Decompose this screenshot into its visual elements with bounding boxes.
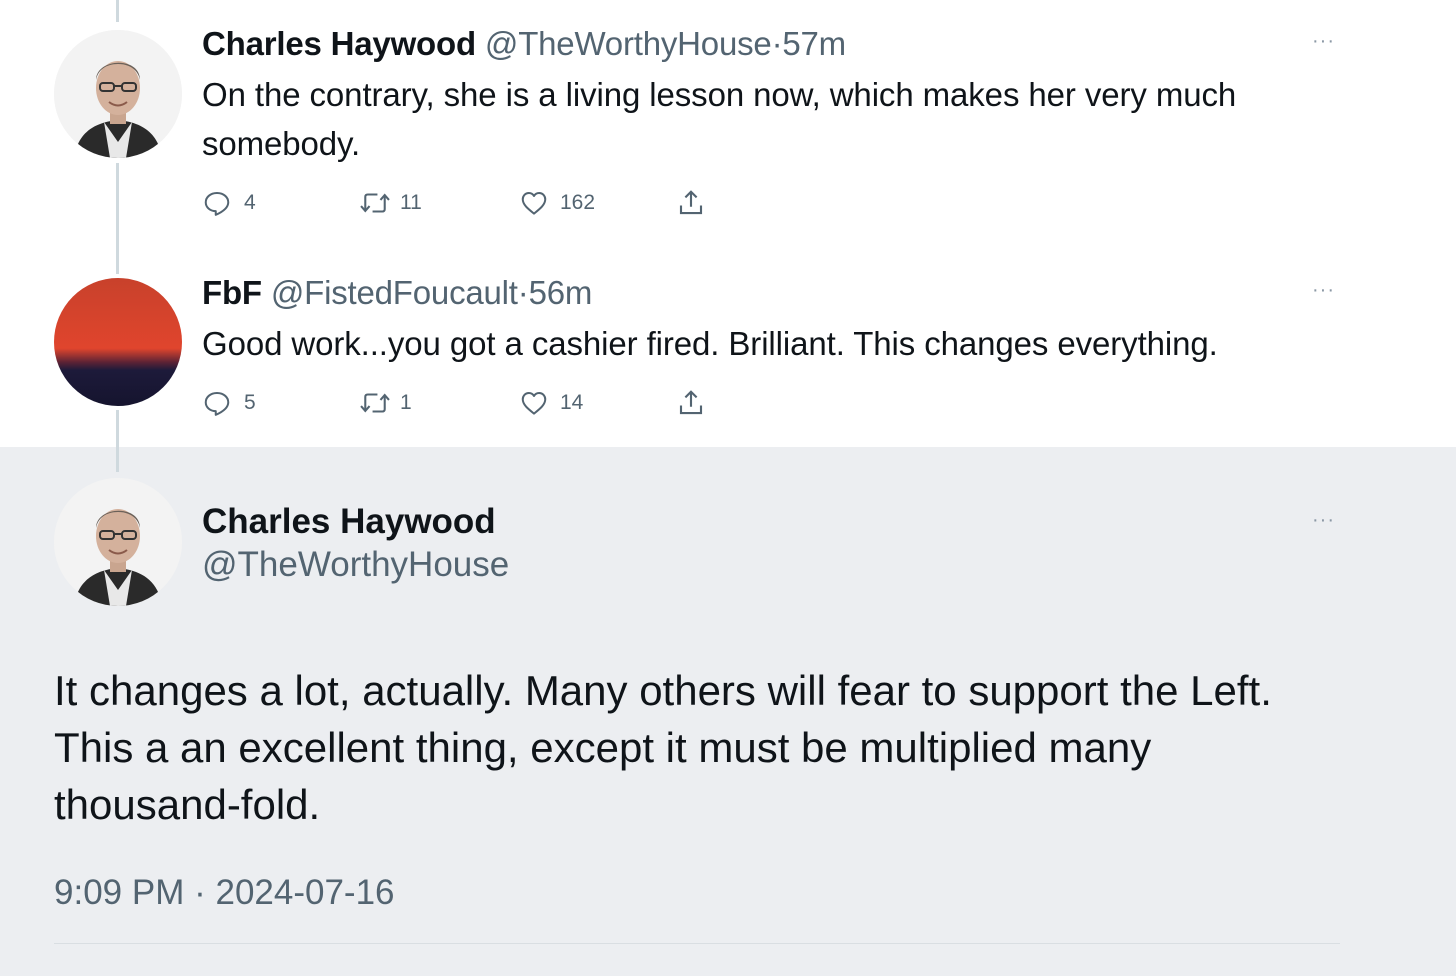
like-button[interactable]: 162 xyxy=(518,186,595,220)
separator-dot: · xyxy=(771,25,783,62)
avatar[interactable] xyxy=(54,478,182,606)
tweet-timestamp[interactable]: 9:09 PM · 2024-07-16 xyxy=(54,870,395,916)
separator-dot: · xyxy=(517,274,529,311)
avatar[interactable] xyxy=(54,30,182,158)
retweet-count: 11 xyxy=(400,191,422,214)
thread-line-into-main xyxy=(116,447,119,472)
share-button[interactable] xyxy=(676,186,706,220)
heart-icon xyxy=(521,392,547,415)
share-upload-icon xyxy=(679,190,703,215)
tweet-header: Charles Haywood @TheWorthyHouse·57m xyxy=(202,24,846,64)
action-bar: 5 1 14 xyxy=(202,386,762,420)
like-button[interactable]: 14 xyxy=(518,386,583,420)
action-bar: 4 11 162 xyxy=(202,186,762,220)
separator-dot: · xyxy=(194,873,206,912)
thread-line-mid xyxy=(116,163,119,274)
tweet-header: FbF @FistedFoucault·56m xyxy=(202,273,592,313)
tweet-text: It changes a lot, actually. Many others … xyxy=(54,667,1272,828)
tweet-text: On the contrary, she is a living lesson … xyxy=(202,76,1237,162)
person-portrait-icon xyxy=(54,30,182,158)
abstract-painting-icon xyxy=(54,278,182,406)
like-count: 162 xyxy=(560,191,596,214)
more-options-icon[interactable]: ··· xyxy=(1312,510,1340,530)
retweet-arrows-icon xyxy=(360,393,390,413)
thread-line-top xyxy=(116,0,119,22)
user-handle[interactable]: @TheWorthyHouse xyxy=(485,25,772,62)
reply-count: 4 xyxy=(244,191,256,214)
reply-bubble-icon xyxy=(204,192,230,216)
more-options-icon[interactable]: ··· xyxy=(1312,280,1340,300)
timestamp[interactable]: 56m xyxy=(529,274,593,311)
display-name[interactable]: FbF xyxy=(202,274,262,311)
heart-icon xyxy=(521,192,547,215)
date: 2024-07-16 xyxy=(215,873,395,912)
divider xyxy=(54,943,1340,944)
share-button[interactable] xyxy=(676,386,706,420)
retweet-button[interactable]: 1 xyxy=(358,386,412,420)
tweet-text: Good work...you got a cashier fired. Bri… xyxy=(202,325,1218,362)
avatar[interactable] xyxy=(54,278,182,406)
share-upload-icon xyxy=(679,390,703,415)
like-count: 14 xyxy=(560,391,584,414)
retweet-button[interactable]: 11 xyxy=(358,186,422,220)
display-name[interactable]: Charles Haywood xyxy=(202,500,496,544)
user-handle[interactable]: @FistedFoucault xyxy=(271,274,518,311)
user-handle[interactable]: @TheWorthyHouse xyxy=(202,543,509,587)
person-portrait-icon xyxy=(54,478,182,606)
reply-button[interactable]: 4 xyxy=(202,186,256,220)
reply-count: 5 xyxy=(244,391,256,414)
reply-bubble-icon xyxy=(204,392,230,416)
time: 9:09 PM xyxy=(54,873,185,912)
display-name[interactable]: Charles Haywood xyxy=(202,25,476,62)
reply-button[interactable]: 5 xyxy=(202,386,256,420)
timestamp[interactable]: 57m xyxy=(782,25,846,62)
retweet-arrows-icon xyxy=(360,193,390,213)
more-options-icon[interactable]: ··· xyxy=(1312,31,1340,51)
retweet-count: 1 xyxy=(400,391,412,414)
